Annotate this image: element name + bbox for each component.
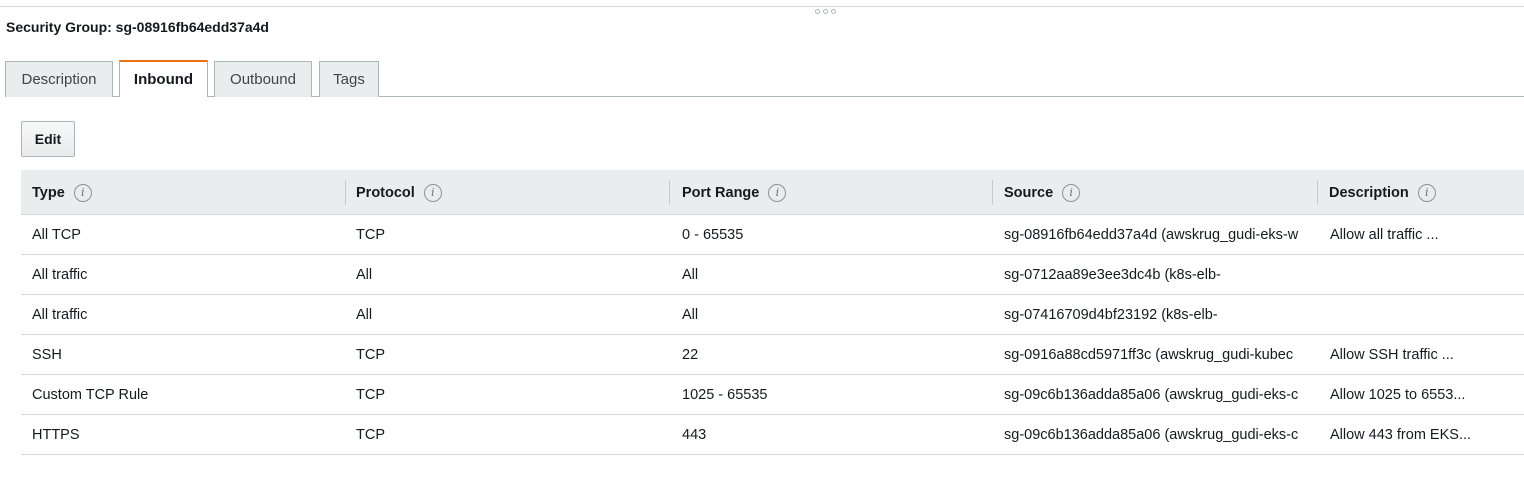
column-header-protocol[interactable]: Protocol i <box>345 170 442 215</box>
table-row[interactable]: HTTPS TCP 443 sg-09c6b136adda85a06 (awsk… <box>21 415 1524 455</box>
column-header-label: Source <box>1004 184 1054 201</box>
info-icon[interactable]: i <box>768 183 787 202</box>
cell-description: Allow SSH traffic ... <box>1330 347 1454 363</box>
table-row[interactable]: All TCP TCP 0 - 65535 sg-08916fb64edd37a… <box>21 215 1524 255</box>
resize-dot <box>831 9 836 14</box>
cell-description: Allow all traffic ... <box>1330 227 1439 243</box>
cell-source: sg-09c6b136adda85a06 (awskrug_gudi-eks-c <box>1004 387 1299 403</box>
cell-protocol: All <box>356 307 373 323</box>
tab-bar: Description Inbound Outbound Tags <box>5 60 1524 97</box>
cell-type: Custom TCP Rule <box>32 387 149 403</box>
cell-description <box>1319 295 1524 335</box>
cell-protocol: TCP <box>356 387 385 403</box>
column-header-label: Type <box>32 184 65 201</box>
cell-protocol: TCP <box>356 227 385 243</box>
cell-port-range: 1025 - 65535 <box>682 387 768 403</box>
cell-port-range: 0 - 65535 <box>682 227 744 243</box>
cell-protocol: TCP <box>356 347 385 363</box>
table-row[interactable]: Custom TCP Rule TCP 1025 - 65535 sg-09c6… <box>21 375 1524 415</box>
tab-description[interactable]: Description <box>5 61 113 97</box>
info-icon[interactable]: i <box>73 183 92 202</box>
cell-protocol: All <box>356 267 373 283</box>
cell-type: All traffic <box>32 307 88 323</box>
cell-description: Allow 1025 to 6553... <box>1330 387 1466 403</box>
inbound-rules-table: Type i Protocol i Port Range i Source i … <box>21 170 1524 455</box>
cell-type: All TCP <box>32 227 81 243</box>
table-row[interactable]: All traffic All All sg-07416709d4bf23192… <box>21 295 1524 335</box>
cell-source: sg-0916a88cd5971ff3c (awskrug_gudi-kubec <box>1004 347 1294 363</box>
column-divider[interactable] <box>669 180 670 205</box>
table-header: Type i Protocol i Port Range i Source i … <box>21 170 1524 215</box>
cell-source: sg-09c6b136adda85a06 (awskrug_gudi-eks-c <box>1004 427 1299 443</box>
cell-type: HTTPS <box>32 427 80 443</box>
cell-description <box>1319 255 1524 295</box>
info-icon[interactable]: i <box>1417 183 1436 202</box>
info-icon[interactable]: i <box>1062 183 1081 202</box>
page-title: Security Group: sg-08916fb64edd37a4d <box>6 19 269 35</box>
table-row[interactable]: SSH TCP 22 sg-0916a88cd5971ff3c (awskrug… <box>21 335 1524 375</box>
cell-protocol: TCP <box>356 427 385 443</box>
edit-button[interactable]: Edit <box>21 121 75 157</box>
cell-source: sg-0712aa89e3ee3dc4b (k8s-elb- <box>1004 267 1221 283</box>
column-header-port-range[interactable]: Port Range i <box>671 170 787 215</box>
cell-type: SSH <box>32 347 62 363</box>
cell-source: sg-08916fb64edd37a4d (awskrug_gudi-eks-w <box>1004 227 1299 243</box>
tab-outbound[interactable]: Outbound <box>214 61 312 97</box>
resize-dot <box>815 9 820 14</box>
column-header-source[interactable]: Source i <box>993 170 1081 215</box>
info-icon[interactable]: i <box>423 183 442 202</box>
column-header-description[interactable]: Description i <box>1318 170 1436 215</box>
cell-description: Allow 443 from EKS... <box>1330 427 1472 443</box>
column-header-label: Description <box>1329 184 1409 201</box>
cell-port-range: 22 <box>682 347 699 363</box>
cell-port-range: All <box>682 307 699 323</box>
cell-source: sg-07416709d4bf23192 (k8s-elb- <box>1004 307 1218 323</box>
cell-port-range: 443 <box>682 427 707 443</box>
column-header-label: Port Range <box>682 184 760 201</box>
table-row[interactable]: All traffic All All sg-0712aa89e3ee3dc4b… <box>21 255 1524 295</box>
column-header-label: Protocol <box>356 184 415 201</box>
cell-port-range: All <box>682 267 699 283</box>
tab-tags[interactable]: Tags <box>319 61 379 97</box>
resize-handle-icon[interactable] <box>815 9 836 14</box>
resize-dot <box>823 9 828 14</box>
tab-inbound[interactable]: Inbound <box>119 60 208 97</box>
column-header-type[interactable]: Type i <box>21 170 92 215</box>
panel-top-border <box>0 6 1524 7</box>
cell-type: All traffic <box>32 267 88 283</box>
